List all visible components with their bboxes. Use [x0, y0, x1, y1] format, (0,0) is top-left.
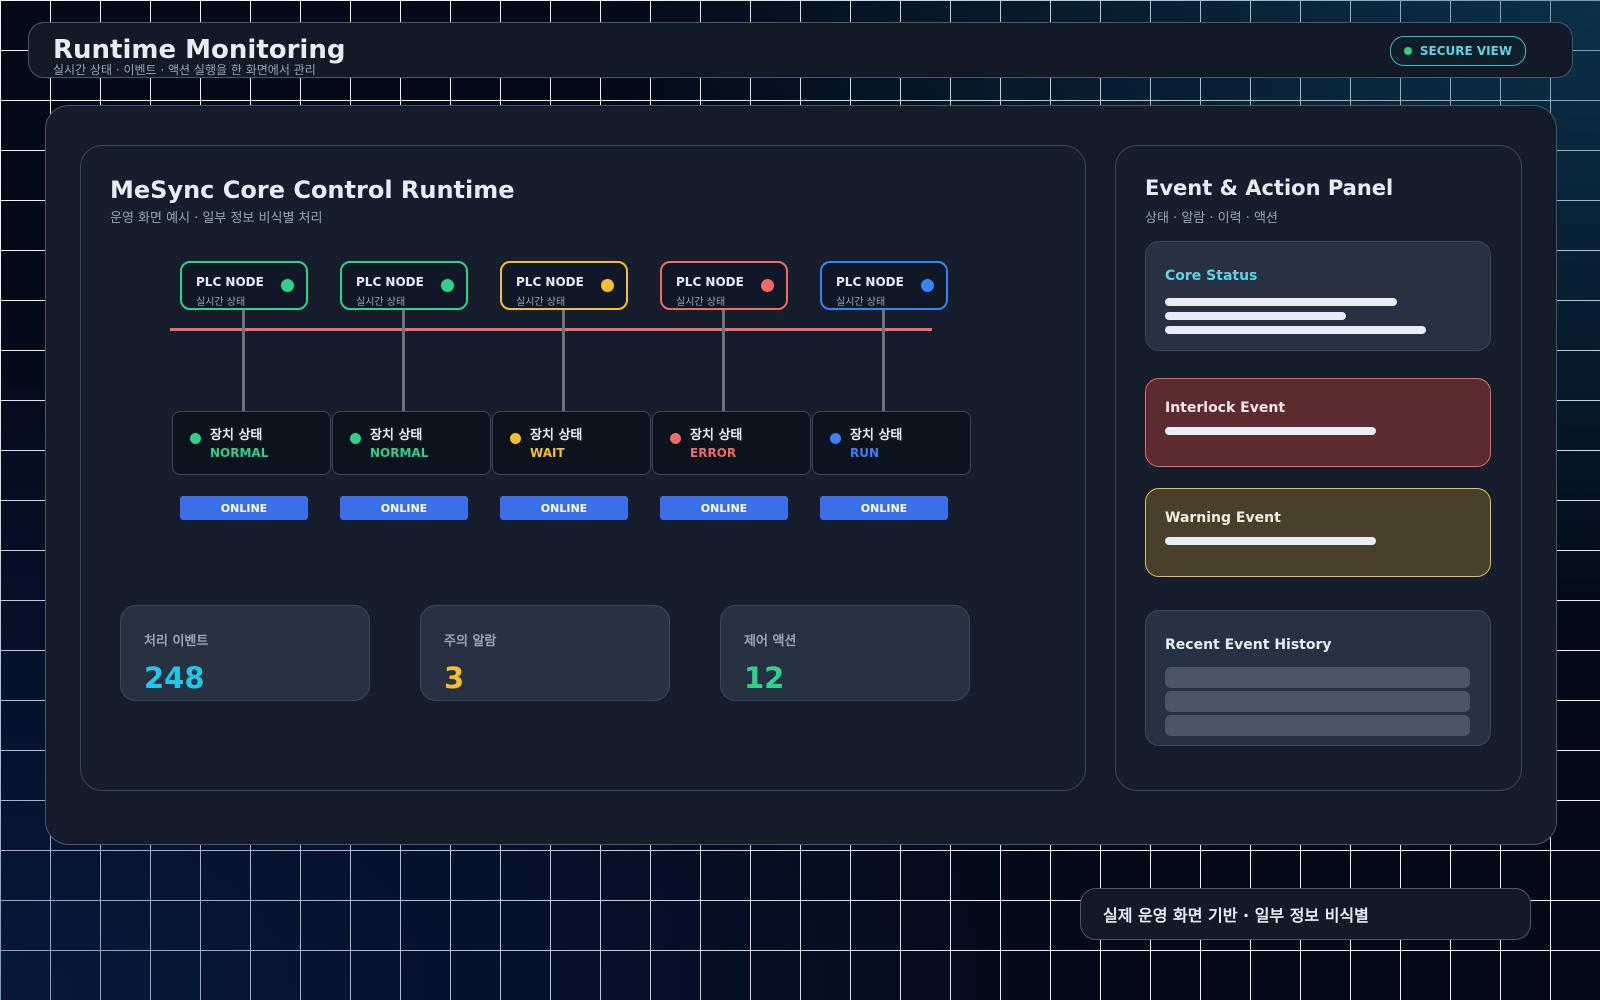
- metric-label: 주의 알람: [444, 634, 497, 649]
- interlock-event-card[interactable]: Interlock Event: [1145, 378, 1491, 467]
- device-status-card[interactable]: 장치 상태 NORMAL: [172, 411, 331, 475]
- warning-event-card[interactable]: Warning Event: [1145, 488, 1491, 577]
- metric-label: 제어 액션: [744, 634, 797, 649]
- metric-value: 248: [144, 661, 205, 695]
- top-header-bar: Runtime Monitoring 실시간 상태 · 이벤트 · 액션 실행을…: [28, 22, 1573, 78]
- core-status-title: Core Status: [1165, 268, 1258, 284]
- secure-view-badge[interactable]: SECURE VIEW: [1390, 36, 1526, 66]
- event-panel-title: Event & Action Panel: [1145, 176, 1394, 200]
- recent-event-history-card: Recent Event History: [1145, 610, 1491, 746]
- plc-node[interactable]: PLC NODE 실시간 상태: [180, 261, 308, 310]
- plc-node-label: PLC NODE: [516, 275, 584, 289]
- plc-node-label: PLC NODE: [676, 275, 744, 289]
- status-dot-icon: [921, 279, 934, 292]
- online-button[interactable]: ONLINE: [660, 496, 788, 520]
- plc-node-sub: 실시간 상태: [676, 297, 726, 308]
- online-button[interactable]: ONLINE: [180, 496, 308, 520]
- online-button[interactable]: ONLINE: [340, 496, 468, 520]
- device-status-card[interactable]: 장치 상태 NORMAL: [332, 411, 491, 475]
- device-status-card[interactable]: 장치 상태 RUN: [812, 411, 971, 475]
- status-dot-icon: [190, 433, 201, 444]
- device-status-label: 장치 상태: [210, 428, 263, 443]
- metric-label: 처리 이벤트: [144, 634, 209, 649]
- status-dot-icon: [510, 433, 521, 444]
- warning-event-bar: [1165, 537, 1376, 545]
- page-subtitle: 실시간 상태 · 이벤트 · 액션 실행을 한 화면에서 관리: [53, 63, 316, 77]
- history-row[interactable]: [1165, 667, 1470, 688]
- device-state: NORMAL: [210, 446, 269, 460]
- metric-card-actions: 제어 액션 12: [720, 605, 970, 701]
- device-state: WAIT: [530, 446, 565, 460]
- online-button[interactable]: ONLINE: [820, 496, 948, 520]
- online-button[interactable]: ONLINE: [500, 496, 628, 520]
- runtime-title: MeSync Core Control Runtime: [110, 176, 515, 204]
- node-connector-line: [562, 310, 565, 412]
- device-state: ERROR: [690, 446, 737, 460]
- history-row[interactable]: [1165, 715, 1470, 736]
- secure-view-label: SECURE VIEW: [1419, 44, 1513, 58]
- device-status-label: 장치 상태: [850, 428, 903, 443]
- warning-event-title: Warning Event: [1165, 510, 1281, 526]
- plc-node[interactable]: PLC NODE 실시간 상태: [500, 261, 628, 310]
- status-dot-icon: [441, 279, 454, 292]
- interlock-event-bar: [1165, 427, 1376, 435]
- device-state: NORMAL: [370, 446, 429, 460]
- metric-card-events: 처리 이벤트 248: [120, 605, 370, 701]
- status-dot-icon: [670, 433, 681, 444]
- core-status-bar: [1165, 326, 1426, 334]
- plc-node-sub: 실시간 상태: [836, 297, 886, 308]
- node-connector-line: [402, 310, 405, 412]
- metric-value: 3: [444, 661, 465, 695]
- device-status-label: 장치 상태: [370, 428, 423, 443]
- status-dot-icon: [281, 279, 294, 292]
- device-status-card[interactable]: 장치 상태 ERROR: [652, 411, 811, 475]
- metric-card-alarms: 주의 알람 3: [420, 605, 670, 701]
- node-connector-line: [882, 310, 885, 412]
- device-status-label: 장치 상태: [530, 428, 583, 443]
- status-dot-icon: [761, 279, 774, 292]
- plc-node-label: PLC NODE: [356, 275, 424, 289]
- plc-node-label: PLC NODE: [836, 275, 904, 289]
- node-connector-line: [242, 310, 245, 412]
- metric-value: 12: [744, 661, 785, 695]
- plc-node-label: PLC NODE: [196, 275, 264, 289]
- plc-node[interactable]: PLC NODE 실시간 상태: [340, 261, 468, 310]
- runtime-subtitle: 운영 화면 예시 · 일부 정보 비식별 처리: [110, 211, 323, 226]
- status-dot-icon: [601, 279, 614, 292]
- plc-node-sub: 실시간 상태: [196, 297, 246, 308]
- interlock-event-title: Interlock Event: [1165, 400, 1286, 416]
- status-dot-icon: [830, 433, 841, 444]
- plc-node-sub: 실시간 상태: [356, 297, 406, 308]
- device-state: RUN: [850, 446, 880, 460]
- core-status-bar: [1165, 298, 1397, 306]
- device-status-card[interactable]: 장치 상태 WAIT: [492, 411, 651, 475]
- recent-event-history-title: Recent Event History: [1165, 637, 1332, 653]
- node-connector-line: [722, 310, 725, 412]
- network-bus-line: [170, 328, 932, 331]
- footer-note: 실제 운영 화면 기반 · 일부 정보 비식별: [1080, 888, 1531, 940]
- history-row[interactable]: [1165, 691, 1470, 712]
- plc-node[interactable]: PLC NODE 실시간 상태: [660, 261, 788, 310]
- secure-status-dot-icon: [1403, 47, 1412, 55]
- core-status-bar: [1165, 312, 1346, 320]
- core-status-card[interactable]: Core Status: [1145, 241, 1491, 351]
- status-dot-icon: [350, 433, 361, 444]
- event-panel-subtitle: 상태 · 알람 · 이력 · 액션: [1145, 211, 1278, 226]
- plc-node[interactable]: PLC NODE 실시간 상태: [820, 261, 948, 310]
- plc-node-sub: 실시간 상태: [516, 297, 566, 308]
- device-status-label: 장치 상태: [690, 428, 743, 443]
